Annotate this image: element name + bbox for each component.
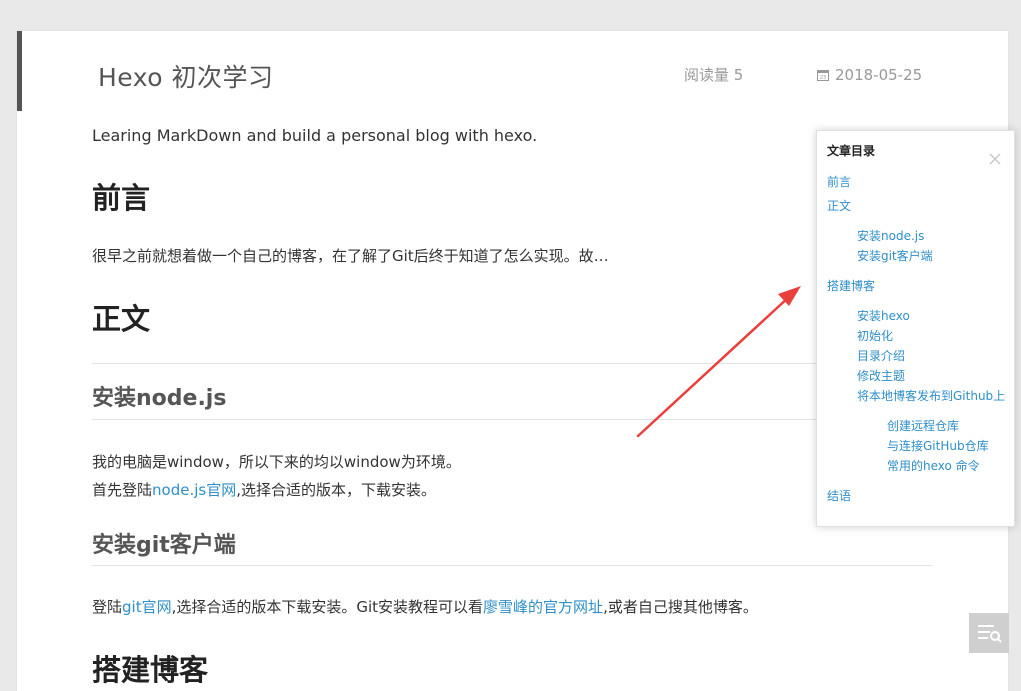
toc-item-body[interactable]: 正文 [827, 198, 851, 214]
node-p2-before: 首先登陆 [92, 481, 153, 499]
heading-build-blog: 搭建博客 [92, 653, 209, 687]
node-paragraph-1: 我的电脑是window，所以下来的均以window为环境。 [92, 453, 461, 471]
toc-item-install-hexo[interactable]: 安装hexo [857, 308, 910, 324]
preface-text: 很早之前就想着做一个自己的博客，在了解了Git后终于知道了怎么实现。故… [92, 247, 609, 265]
toc-toggle-button[interactable] [969, 613, 1009, 653]
git-site-link[interactable]: git官网 [122, 598, 172, 616]
heading-body: 正文 [92, 302, 151, 336]
node-p2-after: ,选择合适的版本，下载安装。 [236, 481, 436, 499]
divider [92, 363, 932, 364]
toc-item-connect-github[interactable]: 与连接GitHub仓库 [887, 438, 989, 454]
git-paragraph: 登陆git官网,选择合适的版本下载安装。Git安装教程可以看廖雪峰的官方网址,或… [92, 596, 758, 618]
heading-install-git: 安装git客户端 [92, 533, 236, 558]
git-p-after: ,或者自己搜其他博客。 [603, 598, 758, 616]
node-paragraph-2: 首先登陆node.js官网,选择合适的版本，下载安装。 [92, 479, 436, 501]
toc-item-theme[interactable]: 修改主题 [857, 368, 905, 384]
page: Hexo 初次学习 阅读量 5 23 2018-05-25 Learing Ma… [0, 0, 1021, 691]
toc-item-init[interactable]: 初始化 [857, 328, 893, 344]
toc-item-directory[interactable]: 目录介绍 [857, 348, 905, 364]
heading-preface: 前言 [92, 181, 151, 215]
toc-item-hexo-commands[interactable]: 常用的hexo 命令 [887, 458, 980, 474]
svg-text:23: 23 [820, 75, 826, 81]
toc-item-build-blog[interactable]: 搭建博客 [827, 278, 875, 294]
liaoxuefeng-site-link[interactable]: 廖雪峰的官方网址 [483, 598, 603, 616]
post-date: 23 2018-05-25 [817, 65, 922, 85]
toc-item-preface[interactable]: 前言 [827, 174, 851, 190]
toc-item-publish-github[interactable]: 将本地博客发布到Github上 [857, 388, 1005, 404]
toc-item-install-git[interactable]: 安装git客户端 [857, 248, 933, 264]
menu-list-icon [978, 625, 1002, 643]
divider [92, 419, 932, 420]
git-p-before: 登陆 [92, 598, 123, 616]
nodejs-site-link[interactable]: node.js官网 [152, 481, 236, 499]
post-title[interactable]: Hexo 初次学习 [98, 63, 274, 93]
title-accent-bar [17, 31, 22, 111]
divider [92, 565, 932, 566]
close-icon[interactable] [987, 151, 1003, 167]
git-p-mid: ,选择合适的版本下载安装。Git安装教程可以看 [171, 598, 484, 616]
calendar-icon: 23 [817, 70, 829, 81]
toc-panel: 文章目录 前言 正文 安装node.js 安装git客户端 搭建博客 安装hex… [816, 130, 1015, 527]
intro-text: Learing MarkDown and build a personal bl… [92, 126, 538, 145]
read-count: 阅读量 5 [684, 66, 744, 84]
toc-item-conclusion[interactable]: 结语 [827, 488, 851, 504]
toc-item-install-node[interactable]: 安装node.js [857, 228, 924, 244]
toc-item-create-repo[interactable]: 创建远程仓库 [887, 418, 959, 434]
toc-title: 文章目录 [827, 144, 876, 158]
post-date-text: 2018-05-25 [835, 66, 923, 84]
heading-install-node: 安装node.js [92, 386, 227, 411]
